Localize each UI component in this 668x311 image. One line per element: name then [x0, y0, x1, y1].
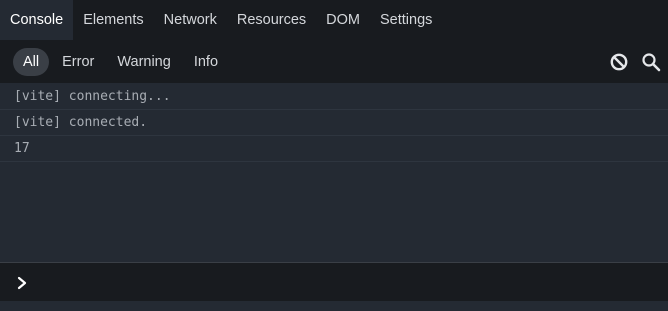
tab-bar: Console Elements Network Resources DOM S… [0, 0, 668, 40]
bottom-strip [0, 301, 668, 311]
clear-console-icon-glyph [610, 53, 628, 70]
toolbar-actions [598, 40, 662, 83]
log-entry: 17 [0, 136, 668, 162]
filter-error-button[interactable]: Error [52, 48, 104, 76]
search-icon-glyph [642, 52, 661, 71]
tab-resources[interactable]: Resources [227, 0, 316, 40]
tab-elements[interactable]: Elements [73, 0, 153, 40]
console-input[interactable] [37, 266, 660, 299]
tab-console[interactable]: Console [0, 0, 74, 40]
filter-warning-button[interactable]: Warning [107, 48, 180, 76]
log-entry: [vite] connecting... [0, 84, 668, 110]
tab-dom[interactable]: DOM [316, 0, 370, 40]
log-entry: [vite] connected. [0, 110, 668, 136]
tab-settings[interactable]: Settings [370, 0, 442, 40]
devtools-panel: Console Elements Network Resources DOM S… [0, 0, 668, 311]
clear-console-icon[interactable] [608, 51, 630, 73]
filter-info-button[interactable]: Info [184, 48, 228, 76]
tab-network[interactable]: Network [154, 0, 227, 40]
search-icon[interactable] [640, 51, 662, 73]
filter-all-button[interactable]: All [13, 47, 50, 76]
filter-bar: All Error Warning Info [0, 40, 668, 83]
chevron-right-icon [15, 276, 29, 290]
chevron-right-icon-glyph [17, 276, 27, 289]
console-prompt [0, 262, 668, 302]
console-log: [vite] connecting... [vite] connected. 1… [0, 84, 668, 262]
